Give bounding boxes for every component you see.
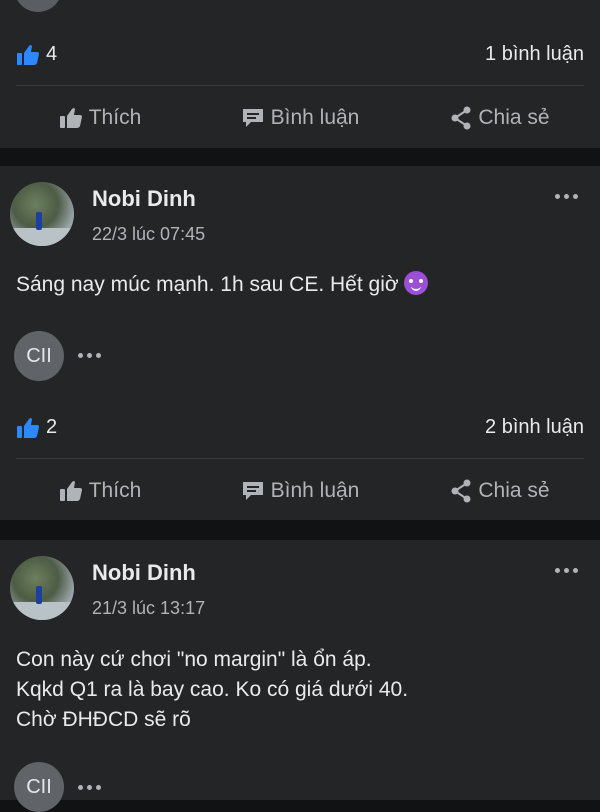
like-summary[interactable]: 4 xyxy=(16,43,57,66)
post-text: Con này cứ chơi "no margin" là ổn áp. Kq… xyxy=(16,648,409,731)
comment-button[interactable]: Bình luận xyxy=(200,98,400,138)
share-button[interactable]: Chia sẻ xyxy=(400,471,600,511)
divider xyxy=(16,85,584,86)
divider xyxy=(16,458,584,459)
reactor-avatar[interactable]: CII xyxy=(14,762,64,812)
post-separator xyxy=(0,148,600,166)
post-text: Sáng nay múc mạnh. 1h sau CE. Hết giờ xyxy=(16,270,429,300)
post-card: Nobi Dinh 21/3 lúc 13:17 Con này cứ chơi… xyxy=(0,540,600,812)
action-bar: Thích Bình luận Chia sẻ xyxy=(0,98,600,138)
author-name[interactable]: Nobi Dinh xyxy=(92,186,196,212)
author-name[interactable]: Nobi Dinh xyxy=(92,560,196,586)
like-count-text: 2 xyxy=(46,416,58,438)
author-avatar[interactable] xyxy=(10,556,74,620)
share-icon xyxy=(451,479,471,503)
share-label: Chia sẻ xyxy=(478,479,550,502)
action-bar: Thích Bình luận Chia sẻ xyxy=(0,471,600,511)
post-timestamp[interactable]: 21/3 lúc 13:17 xyxy=(92,598,205,619)
comment-button[interactable]: Bình luận xyxy=(200,471,400,511)
reactor-avatar[interactable]: CII xyxy=(14,331,64,381)
thumbs-up-icon xyxy=(59,108,82,128)
comment-icon xyxy=(242,482,263,500)
comment-label: Bình luận xyxy=(270,479,360,502)
author-avatar[interactable] xyxy=(10,182,74,246)
reactor-more-icon[interactable] xyxy=(78,785,101,790)
like-summary[interactable]: 2 xyxy=(16,416,57,439)
comment-count[interactable]: 1 bình luận xyxy=(485,43,584,66)
like-button[interactable]: Thích xyxy=(0,98,200,138)
share-label: Chia sẻ xyxy=(478,106,550,129)
like-button[interactable]: Thích xyxy=(0,471,200,511)
post-separator xyxy=(0,520,600,540)
like-icon xyxy=(17,417,39,438)
reactor-more-icon[interactable] xyxy=(78,353,101,358)
smiling-devil-emoji-icon xyxy=(404,271,429,295)
like-label: Thích xyxy=(88,479,142,502)
like-icon xyxy=(17,44,39,65)
comment-label: Bình luận xyxy=(270,106,360,129)
post-card: Nobi Dinh 22/3 lúc 07:45 Sáng nay múc mạ… xyxy=(0,166,600,520)
comment-count[interactable]: 2 bình luận xyxy=(485,416,584,439)
avatar[interactable] xyxy=(14,0,62,12)
share-icon xyxy=(451,106,471,130)
like-label: Thích xyxy=(88,106,142,129)
post-timestamp[interactable]: 22/3 lúc 07:45 xyxy=(92,224,205,245)
like-count-text: 4 xyxy=(46,43,58,65)
share-button[interactable]: Chia sẻ xyxy=(400,98,600,138)
thumbs-up-icon xyxy=(59,481,82,501)
post-card-top: 4 1 bình luận Thích Bình luận Chia sẻ xyxy=(0,0,600,148)
comment-icon xyxy=(242,109,263,127)
more-options-button[interactable] xyxy=(555,568,578,573)
more-options-button[interactable] xyxy=(555,194,578,199)
